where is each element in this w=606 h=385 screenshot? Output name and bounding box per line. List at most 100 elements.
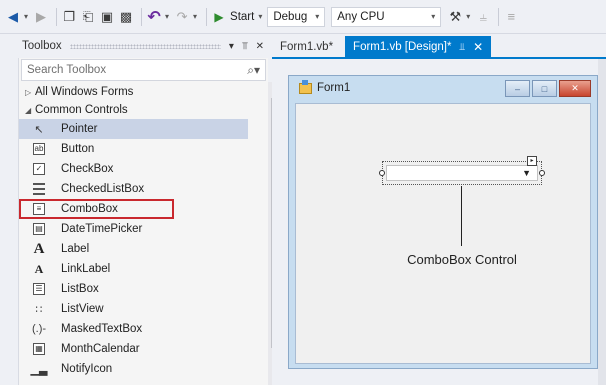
toolbar-separator: [56, 7, 58, 26]
annotation-line: [461, 186, 462, 246]
tab-row: Toolbox ▾ ⫪ ✕ Form1.vb* Form1.vb [Design…: [0, 34, 606, 58]
chevron-down-icon: ▾: [431, 12, 436, 21]
toolbox-item-label: NotifyIcon: [61, 363, 113, 375]
toolbox-item-label: CheckedListBox: [61, 183, 145, 195]
toolbox-item-label: ComboBox: [61, 203, 118, 215]
pointer-icon: ↖: [34, 123, 44, 136]
redo-dropdown-icon[interactable]: ▾: [193, 12, 197, 21]
form-client-area[interactable]: ▼ ▸ ComboBox Control: [295, 103, 591, 364]
toolbox-item-datetimepicker[interactable]: ▤ DateTimePicker: [19, 219, 248, 239]
close-icon[interactable]: ✕: [559, 80, 591, 97]
toolbox-item-maskedtextbox[interactable]: (.)- MaskedTextBox: [19, 319, 248, 339]
toolbox-header: Toolbox ▾ ⫪ ✕: [0, 34, 272, 58]
toolbar-separator: [206, 7, 208, 26]
toolbar-separator: [498, 7, 500, 26]
monthcalendar-icon: ▦: [31, 341, 47, 357]
search-input[interactable]: [27, 64, 227, 76]
start-dropdown-icon[interactable]: ▾: [258, 12, 262, 21]
form1-window[interactable]: Form1 – □ ✕ ▼ ▸ ComboBox Control: [288, 75, 598, 369]
listview-icon: ∷: [35, 303, 43, 316]
find-icon[interactable]: ⚒: [447, 6, 463, 28]
toolbox-item-label: MaskedTextBox: [61, 323, 143, 335]
toolbox-item-listview[interactable]: ∷ ListView: [19, 299, 248, 319]
chevron-down-icon: ▾: [315, 12, 320, 21]
toolbox-item-listbox[interactable]: ☰ ListBox: [19, 279, 248, 299]
back-icon[interactable]: ◀: [5, 6, 21, 28]
tab-form1-code[interactable]: Form1.vb*: [272, 36, 341, 58]
toolbox-item-button[interactable]: ab Button: [19, 139, 248, 159]
toolbox-tree: ▷ All Windows Forms ◢ Common Controls ↖ …: [19, 83, 268, 379]
toolbox-item-linklabel[interactable]: A LinkLabel: [19, 259, 248, 279]
group-common-controls[interactable]: ◢ Common Controls: [19, 101, 268, 119]
main-toolbar: ◀ ▾ ▶ ❐ ⎗ ▣ ▩ ↶ ▾ ↷ ▾ ▶ Start ▾ Debug ▾ …: [0, 0, 606, 34]
toolbox-item-label: LinkLabel: [61, 263, 111, 275]
button-icon: ab: [33, 143, 45, 155]
toolbox-item-label[interactable]: A Label: [19, 239, 248, 259]
forward-icon[interactable]: ▶: [33, 6, 49, 28]
resize-handle-right[interactable]: [539, 170, 545, 176]
toolbox-item-label: Button: [61, 143, 95, 155]
toolbox-item-label: ListView: [61, 303, 104, 315]
toolbox-item-combobox[interactable]: ≡ ComboBox: [19, 199, 174, 219]
panel-options-icon[interactable]: ▾: [229, 41, 234, 52]
checkbox-icon: ✓: [31, 161, 47, 177]
new-project-icon[interactable]: ❐: [61, 6, 77, 28]
tab-form1-design[interactable]: Form1.vb [Design]* ⫫ ✕: [345, 36, 492, 58]
collapse-arrow-icon: ◢: [25, 105, 32, 115]
save-all-icon[interactable]: ▩: [118, 6, 134, 28]
save-icon[interactable]: ▣: [99, 6, 115, 28]
expand-arrow-icon: ▷: [25, 87, 32, 97]
start-button[interactable]: Start: [230, 11, 254, 23]
combobox-field[interactable]: ▼: [386, 165, 538, 181]
maskedtextbox-icon: (.)-: [31, 323, 47, 335]
toolbox-item-notifyicon[interactable]: ▁▃ NotifyIcon: [19, 359, 248, 379]
smart-tag-icon[interactable]: ▸: [527, 156, 537, 166]
pin-icon[interactable]: ⫪: [242, 41, 248, 52]
toolbox-item-label: DateTimePicker: [61, 223, 143, 235]
align-icon[interactable]: ⫨: [475, 6, 491, 28]
listbox-icon: ☰: [31, 281, 47, 297]
panel-grip[interactable]: [69, 43, 221, 49]
pin-icon[interactable]: ⫫: [459, 42, 465, 53]
platform-value: Any CPU: [337, 10, 385, 23]
toolbar-separator: [141, 7, 143, 26]
configuration-select[interactable]: Debug ▾: [267, 6, 326, 27]
maximize-icon[interactable]: □: [532, 80, 557, 97]
tab-label: Form1.vb [Design]*: [353, 41, 452, 53]
datetimepicker-icon: ▤: [31, 221, 47, 237]
undo-dropdown-icon[interactable]: ▾: [165, 12, 169, 21]
combobox-control[interactable]: ▼ ▸: [379, 156, 545, 185]
toolbox-item-pointer[interactable]: ↖ Pointer: [19, 119, 248, 139]
toolbox-search[interactable]: ⌕▾: [21, 59, 266, 81]
group-all-windows-forms[interactable]: ▷ All Windows Forms: [19, 83, 268, 101]
search-icon[interactable]: ⌕▾: [247, 63, 260, 78]
resize-handle-left[interactable]: [379, 170, 385, 176]
annotation-label: ComboBox Control: [407, 252, 517, 267]
undo-icon[interactable]: ↶: [146, 6, 162, 28]
toolbox-item-checkbox[interactable]: ✓ CheckBox: [19, 159, 248, 179]
notifyicon-icon: ▁▃: [30, 363, 48, 376]
open-file-icon[interactable]: ⎗: [80, 6, 96, 28]
form-icon: [299, 79, 312, 94]
spacing-icon[interactable]: ≡: [503, 6, 519, 28]
toolbox-item-label: CheckBox: [61, 163, 114, 175]
form-title: Form1: [317, 82, 351, 94]
toolbox-item-checkedlistbox[interactable]: CheckedListBox: [19, 179, 248, 199]
linklabel-icon: A: [34, 261, 44, 276]
toolbox-item-label: Pointer: [61, 123, 98, 135]
close-icon[interactable]: ✕: [256, 41, 264, 52]
close-icon[interactable]: ✕: [473, 40, 483, 54]
form-designer: Form1 – □ ✕ ▼ ▸ ComboBox Control: [272, 59, 606, 385]
start-icon[interactable]: ▶: [211, 6, 227, 28]
toolbox-item-label: MonthCalendar: [61, 343, 140, 355]
group-label: Common Controls: [35, 104, 128, 116]
platform-select[interactable]: Any CPU ▾: [331, 6, 442, 27]
chevron-down-icon[interactable]: ▼: [522, 168, 531, 178]
toolbox-item-label: Label: [61, 243, 90, 255]
toolbox-item-monthcalendar[interactable]: ▦ MonthCalendar: [19, 339, 248, 359]
minimize-icon[interactable]: –: [505, 80, 530, 97]
designer-scrollbar[interactable]: [598, 59, 606, 385]
back-dropdown-icon[interactable]: ▾: [24, 12, 28, 21]
redo-icon[interactable]: ↷: [174, 6, 190, 28]
find-dropdown-icon[interactable]: ▾: [466, 12, 470, 21]
